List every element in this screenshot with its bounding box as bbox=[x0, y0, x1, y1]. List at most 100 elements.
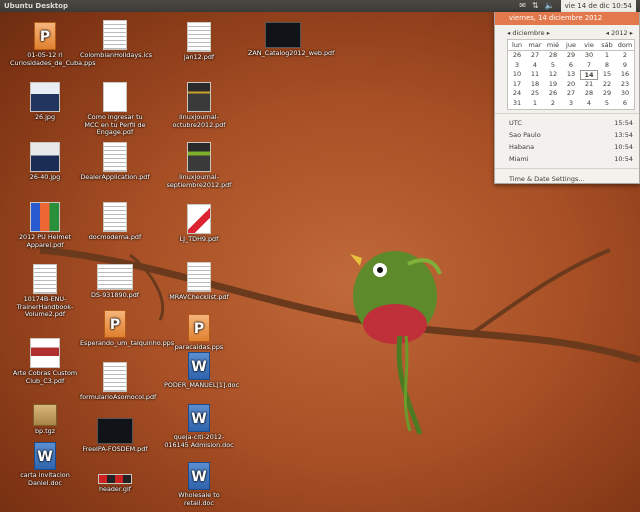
calendar-day[interactable]: 24 bbox=[508, 89, 526, 99]
presentation-file-icon: P bbox=[104, 310, 126, 338]
timezone-row[interactable]: UTC 15:54 bbox=[495, 117, 639, 129]
gif-thumbnail-icon bbox=[98, 474, 132, 484]
desktop-file-icon[interactable]: linuxjournal-septiembre2012.pdf bbox=[164, 142, 234, 189]
desktop-file-icon[interactable]: W PODER_MANUEL[1].doc bbox=[164, 352, 239, 390]
desktop-file-icon[interactable]: header.gif bbox=[80, 474, 150, 494]
calendar-day[interactable]: 11 bbox=[526, 70, 544, 80]
calendar-day[interactable]: 28 bbox=[580, 89, 598, 99]
calendar-today[interactable]: 14 bbox=[580, 70, 598, 80]
desktop-file-icon[interactable]: DealerApplication.pdf bbox=[80, 142, 150, 182]
desktop-file-icon[interactable]: 26-40.jpg bbox=[10, 142, 80, 182]
calendar-navigation: ◂ diciembre ▸ ◂ 2012 ▸ bbox=[495, 25, 639, 39]
next-month-button[interactable]: ▸ bbox=[547, 29, 550, 37]
calendar-day[interactable]: 29 bbox=[562, 51, 580, 61]
calendar-current-date[interactable]: viernes, 14 diciembre 2012 bbox=[495, 12, 639, 25]
calendar-day[interactable]: 3 bbox=[508, 61, 526, 71]
weekday-header: dom bbox=[616, 41, 634, 51]
calendar-day[interactable]: 16 bbox=[616, 70, 634, 80]
calendar-day[interactable]: 13 bbox=[562, 70, 580, 80]
word-document-icon: W bbox=[188, 404, 210, 432]
prev-year-button[interactable]: ◂ bbox=[606, 29, 609, 37]
desktop-file-icon[interactable]: ZAN_Catalog2012_web.pdf bbox=[248, 22, 334, 58]
timezone-row[interactable]: Miami 10:54 bbox=[495, 153, 639, 165]
calendar-day[interactable]: 27 bbox=[562, 89, 580, 99]
calendar-day[interactable]: 3 bbox=[562, 99, 580, 109]
calendar-day[interactable]: 31 bbox=[508, 99, 526, 109]
calendar-menu: viernes, 14 diciembre 2012 ◂ diciembre ▸… bbox=[494, 12, 640, 184]
calendar-day[interactable]: 25 bbox=[526, 89, 544, 99]
volume-icon[interactable]: 🔈 bbox=[545, 0, 555, 12]
calendar-day[interactable]: 26 bbox=[508, 51, 526, 61]
calendar-day[interactable]: 1 bbox=[598, 51, 616, 61]
calendar-day[interactable]: 30 bbox=[616, 89, 634, 99]
desktop-file-icon[interactable]: P 01-05-12 rl Curiosidades_de_Cuba.pps bbox=[10, 22, 96, 67]
desktop-file-icon[interactable]: docmoderna.pdf bbox=[80, 202, 150, 242]
calendar-day[interactable]: 2 bbox=[544, 99, 562, 109]
calendar-day[interactable]: 17 bbox=[508, 80, 526, 90]
desktop-file-icon[interactable]: ColombianHolidays.ics bbox=[80, 20, 152, 60]
desktop-file-icon[interactable]: Arte Cobras Custom Club_C3.pdf bbox=[10, 338, 80, 385]
calendar-day[interactable]: 1 bbox=[526, 99, 544, 109]
desktop-file-icon[interactable]: formularioAsomocol.pdf bbox=[80, 362, 156, 402]
calendar-day[interactable]: 27 bbox=[526, 51, 544, 61]
prev-month-button[interactable]: ◂ bbox=[507, 29, 510, 37]
clock-indicator[interactable]: vie 14 de dic 10:54 bbox=[560, 0, 636, 12]
calendar-day[interactable]: 15 bbox=[598, 70, 616, 80]
desktop-file-icon[interactable]: Como ingresar tu MCC en tu Perfil de Eng… bbox=[80, 82, 150, 137]
calendar-day[interactable]: 21 bbox=[580, 80, 598, 90]
calendar-day[interactable]: 4 bbox=[526, 61, 544, 71]
document-thumbnail-icon bbox=[103, 142, 127, 172]
desktop-file-icon[interactable]: 2012 PU Helmet Apparel.pdf bbox=[10, 202, 80, 249]
weekday-header: mié bbox=[544, 40, 562, 51]
desktop-file-icon[interactable]: Wqueja-citi-2012-016145 Admision.doc bbox=[164, 404, 234, 449]
desktop-file-icon[interactable]: FreeIPA-FOSDEM.pdf bbox=[80, 418, 150, 454]
desktop-file-label: MRAVChecklist.pdf bbox=[169, 293, 229, 301]
calendar-day[interactable]: 22 bbox=[598, 80, 616, 90]
timezone-time: 10:54 bbox=[614, 142, 633, 151]
mail-icon[interactable]: ✉ bbox=[519, 0, 526, 12]
calendar-day[interactable]: 6 bbox=[562, 61, 580, 71]
desktop-file-icon[interactable]: DS-931890.pdf bbox=[80, 264, 150, 300]
calendar-day[interactable]: 30 bbox=[580, 51, 598, 61]
desktop-file-icon[interactable]: W Wholesale to retail.doc bbox=[164, 462, 234, 507]
calendar-day[interactable]: 4 bbox=[580, 99, 598, 109]
desktop-file-icon[interactable]: LJ_TDH9.pdf bbox=[164, 204, 234, 244]
calendar-day[interactable]: 19 bbox=[544, 80, 562, 90]
presentation-file-icon: P bbox=[188, 314, 210, 342]
timezone-name: Sao Paulo bbox=[509, 130, 541, 139]
desktop-file-icon[interactable]: 26.jpg bbox=[10, 82, 80, 122]
desktop-file-label: queja-citi-2012-016145 Admision.doc bbox=[164, 433, 234, 449]
desktop-file-icon[interactable]: P Esperando_um_talquinho.pps bbox=[80, 310, 174, 348]
calendar-day[interactable]: 20 bbox=[562, 80, 580, 90]
indicator-area: ✉ ⇅ 🔈 vie 14 de dic 10:54 bbox=[519, 0, 636, 12]
image-thumbnail-icon bbox=[30, 142, 60, 172]
calendar-day[interactable]: 12 bbox=[544, 70, 562, 80]
calendar-day[interactable]: 18 bbox=[526, 80, 544, 90]
desktop-file-label: 26.jpg bbox=[34, 113, 56, 121]
calendar-day[interactable]: 2 bbox=[616, 51, 634, 61]
desktop-file-icon[interactable]: jan12.pdf bbox=[164, 22, 234, 62]
desktop-file-icon[interactable]: bp.tgz bbox=[10, 404, 80, 436]
calendar-day[interactable]: 28 bbox=[544, 51, 562, 61]
calendar-day[interactable]: 8 bbox=[598, 61, 616, 71]
desktop-file-icon[interactable]: Pparacaidas.pps bbox=[164, 314, 234, 352]
calendar-day[interactable]: 7 bbox=[580, 61, 598, 71]
network-icon[interactable]: ⇅ bbox=[532, 0, 539, 12]
next-year-button[interactable]: ▸ bbox=[630, 29, 633, 37]
desktop-file-icon[interactable]: MRAVChecklist.pdf bbox=[164, 262, 234, 302]
timezone-row[interactable]: Sao Paulo 13:54 bbox=[495, 129, 639, 141]
timezone-row[interactable]: Habana 10:54 bbox=[495, 141, 639, 153]
desktop-file-icon[interactable]: linuxjournal-octubre2012.pdf bbox=[164, 82, 234, 129]
calendar-day[interactable]: 5 bbox=[598, 99, 616, 109]
desktop-file-icon[interactable]: 10174B-ENU-TrainerHandbook-Volume2.pdf bbox=[10, 264, 80, 319]
calendar-day[interactable]: 26 bbox=[544, 89, 562, 99]
calendar-day[interactable]: 23 bbox=[616, 80, 634, 90]
desktop-file-icon[interactable]: Wcarta invitacion Daniel.doc bbox=[10, 442, 80, 487]
calendar-day[interactable]: 9 bbox=[616, 61, 634, 71]
calendar-day[interactable]: 5 bbox=[544, 61, 562, 71]
time-date-settings-item[interactable]: Time & Date Settings… bbox=[495, 172, 639, 186]
pdf-thumbnail-icon bbox=[265, 22, 301, 48]
calendar-day[interactable]: 29 bbox=[598, 89, 616, 99]
calendar-day[interactable]: 10 bbox=[508, 70, 526, 80]
calendar-day[interactable]: 6 bbox=[616, 99, 634, 109]
